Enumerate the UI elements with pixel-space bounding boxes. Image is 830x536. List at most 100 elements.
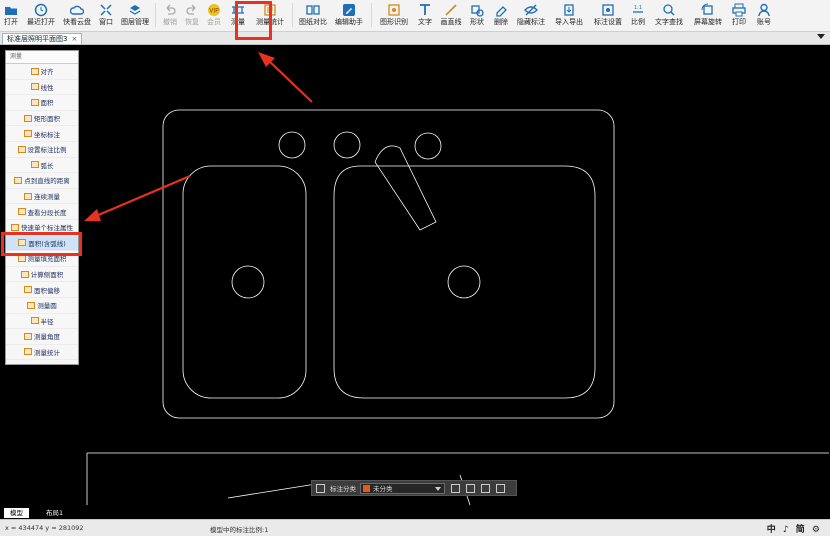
measure-item-linear[interactable]: 线性 xyxy=(6,80,78,96)
toolbar-button-annotation-settings[interactable]: 标注设置 xyxy=(589,0,627,31)
measure-item-radius[interactable]: 半径 xyxy=(6,314,78,330)
toolbar-button-undo[interactable]: 撤销 xyxy=(159,0,181,31)
cursor-coordinates: x = 434474 y = 281092 xyxy=(5,524,84,532)
measure-item-area[interactable]: 面积 xyxy=(6,95,78,111)
toolbar-separator xyxy=(292,3,293,27)
toolbar-label: 撤销 xyxy=(163,18,177,26)
toolbar-button-cloud[interactable]: 快看云盘 xyxy=(60,0,94,31)
left-basin xyxy=(182,165,307,399)
tab-list-dropdown-icon[interactable] xyxy=(817,34,825,39)
measure-item-continuous[interactable]: 连续测量 xyxy=(6,189,78,205)
paste-icon[interactable] xyxy=(496,483,505,493)
toolbar-button-scale[interactable]: 1:1 比例 xyxy=(627,0,649,31)
measure-item-area-offset[interactable]: 面积偏移 xyxy=(6,282,78,298)
drawing-canvas[interactable] xyxy=(0,45,830,508)
toolbar-button-window[interactable]: 窗口 xyxy=(94,0,118,31)
tap-hole-2 xyxy=(333,131,361,159)
measure-item-angle[interactable]: 测量角度 xyxy=(6,329,78,345)
measure-item-label: 对齐 xyxy=(40,68,54,77)
measure-item-label: 线性 xyxy=(40,83,54,92)
left-drain xyxy=(231,265,265,299)
undo-icon xyxy=(166,4,176,15)
toolbar-label: 图纸对比 xyxy=(299,18,327,26)
toolbar-label: 文字查找 xyxy=(655,18,683,26)
toolbar-button-layers[interactable]: 图层管理 xyxy=(118,0,152,31)
grid-icon[interactable] xyxy=(316,483,325,493)
measure-item-stats[interactable]: 测量统计 xyxy=(6,345,78,361)
measure-item-rect-area[interactable]: 矩形面积 xyxy=(6,111,78,127)
measure-item-label: 查看分段长度 xyxy=(27,208,67,217)
shape-icon xyxy=(471,5,484,17)
arc-length-icon xyxy=(30,161,39,169)
print-icon xyxy=(732,3,746,17)
document-tab[interactable]: 标准层照明平面图3 × xyxy=(2,33,83,44)
hide-icon xyxy=(524,4,538,16)
measure-item-label: 测量统计 xyxy=(34,348,60,357)
measure-item-label: 弧长 xyxy=(40,161,54,170)
measure-item-align[interactable]: 对齐 xyxy=(6,64,78,80)
side-area-icon xyxy=(20,270,29,278)
toolbar-separator xyxy=(371,3,372,27)
eraser-icon xyxy=(496,6,507,17)
toolbar-button-folder[interactable]: 打开 xyxy=(0,0,22,31)
move-icon[interactable] xyxy=(466,483,475,493)
toolbar-button-hide[interactable]: 隐藏标注 xyxy=(513,0,549,31)
text-search-icon xyxy=(663,4,675,16)
point-line-icon xyxy=(14,176,23,184)
angle-icon xyxy=(24,332,32,340)
measure-item-arc-length[interactable]: 弧长 xyxy=(6,158,78,174)
toolbar-button-text-search[interactable]: 文字查找 xyxy=(649,0,689,31)
measure-panel: 测量 对齐 线性 面积 矩形面积 坐标标注 设置标注比例 弧长 点到直线的距离 连续测量 查看分段… xyxy=(5,50,79,365)
toolbar-button-edit-assistant[interactable]: 编辑助手 xyxy=(330,0,368,31)
measure-item-circle[interactable]: 测量圆 xyxy=(6,298,78,314)
measure-item-coordinate[interactable]: 坐标标注 xyxy=(6,126,78,142)
cad-drawing xyxy=(84,52,829,506)
toolbar-label: 标注设置 xyxy=(594,18,622,26)
measure-item-point-line[interactable]: 点到直线的距离 xyxy=(6,173,78,189)
toolbar-button-vip[interactable]: VIP 会员 xyxy=(203,0,225,31)
toolbar-button-print[interactable]: 打印 xyxy=(727,0,751,31)
toolbar-button-eraser[interactable]: 删除 xyxy=(489,0,513,31)
toolbar-label: 快看云盘 xyxy=(63,18,91,26)
vip-icon: VIP xyxy=(208,4,220,16)
measure-button-highlight xyxy=(235,1,272,40)
toolbar-button-shape[interactable]: 形状 xyxy=(465,0,489,31)
toolbar-label: 编辑助手 xyxy=(335,18,363,26)
faucet-spout xyxy=(374,145,437,231)
line-icon xyxy=(445,4,457,16)
quick-attr-icon xyxy=(11,223,19,231)
input-method-indicator[interactable]: 中 ♪ 简 ⚙ xyxy=(767,522,822,535)
text-icon xyxy=(420,4,430,15)
toolbar-button-clock[interactable]: 最近打开 xyxy=(22,0,60,31)
annotation-scale-text: 模型中的标注比例:1 xyxy=(210,526,269,534)
account-icon xyxy=(758,3,770,17)
toolbar-label: 删除 xyxy=(494,18,508,26)
annotation-category-select[interactable]: 未分类 xyxy=(360,482,445,494)
rect-area-icon xyxy=(24,114,32,122)
toolbar-button-line[interactable]: 画直线 xyxy=(437,0,465,31)
toolbar-button-recognize[interactable]: 图形识别 xyxy=(375,0,413,31)
toolbar-button-rotate[interactable]: 屏幕旋转 xyxy=(689,0,727,31)
toolbar-button-text[interactable]: 文字 xyxy=(413,0,437,31)
edit-icon[interactable] xyxy=(451,483,460,493)
measure-item-label: 快速单个标注属性 xyxy=(21,224,73,233)
close-icon[interactable]: × xyxy=(71,34,77,44)
measure-item-side-area[interactable]: 计算侧面积 xyxy=(6,267,78,283)
toolbar-button-compare[interactable]: 图纸对比 xyxy=(296,0,330,31)
layout-tabs: 模型 布局1 xyxy=(0,508,830,518)
toolbar-label: 窗口 xyxy=(99,18,113,26)
measure-item-set-scale[interactable]: 设置标注比例 xyxy=(6,142,78,158)
measure-item-segment[interactable]: 查看分段长度 xyxy=(6,204,78,220)
chevron-down-icon xyxy=(435,486,441,491)
toolbar-label: 屏幕旋转 xyxy=(694,18,722,26)
cloud-icon xyxy=(70,5,84,15)
toolbar-button-import-export[interactable]: 导入导出 xyxy=(549,0,589,31)
tab-layout1[interactable]: 布局1 xyxy=(40,508,69,518)
right-drain xyxy=(447,265,481,299)
toolbar-label: 会员 xyxy=(207,18,221,26)
toolbar-button-account[interactable]: 账号 xyxy=(751,0,777,31)
rotate-icon xyxy=(701,3,713,15)
toolbar-button-redo[interactable]: 恢复 xyxy=(181,0,203,31)
tab-model[interactable]: 模型 xyxy=(4,508,29,518)
copy-icon[interactable] xyxy=(481,483,490,493)
